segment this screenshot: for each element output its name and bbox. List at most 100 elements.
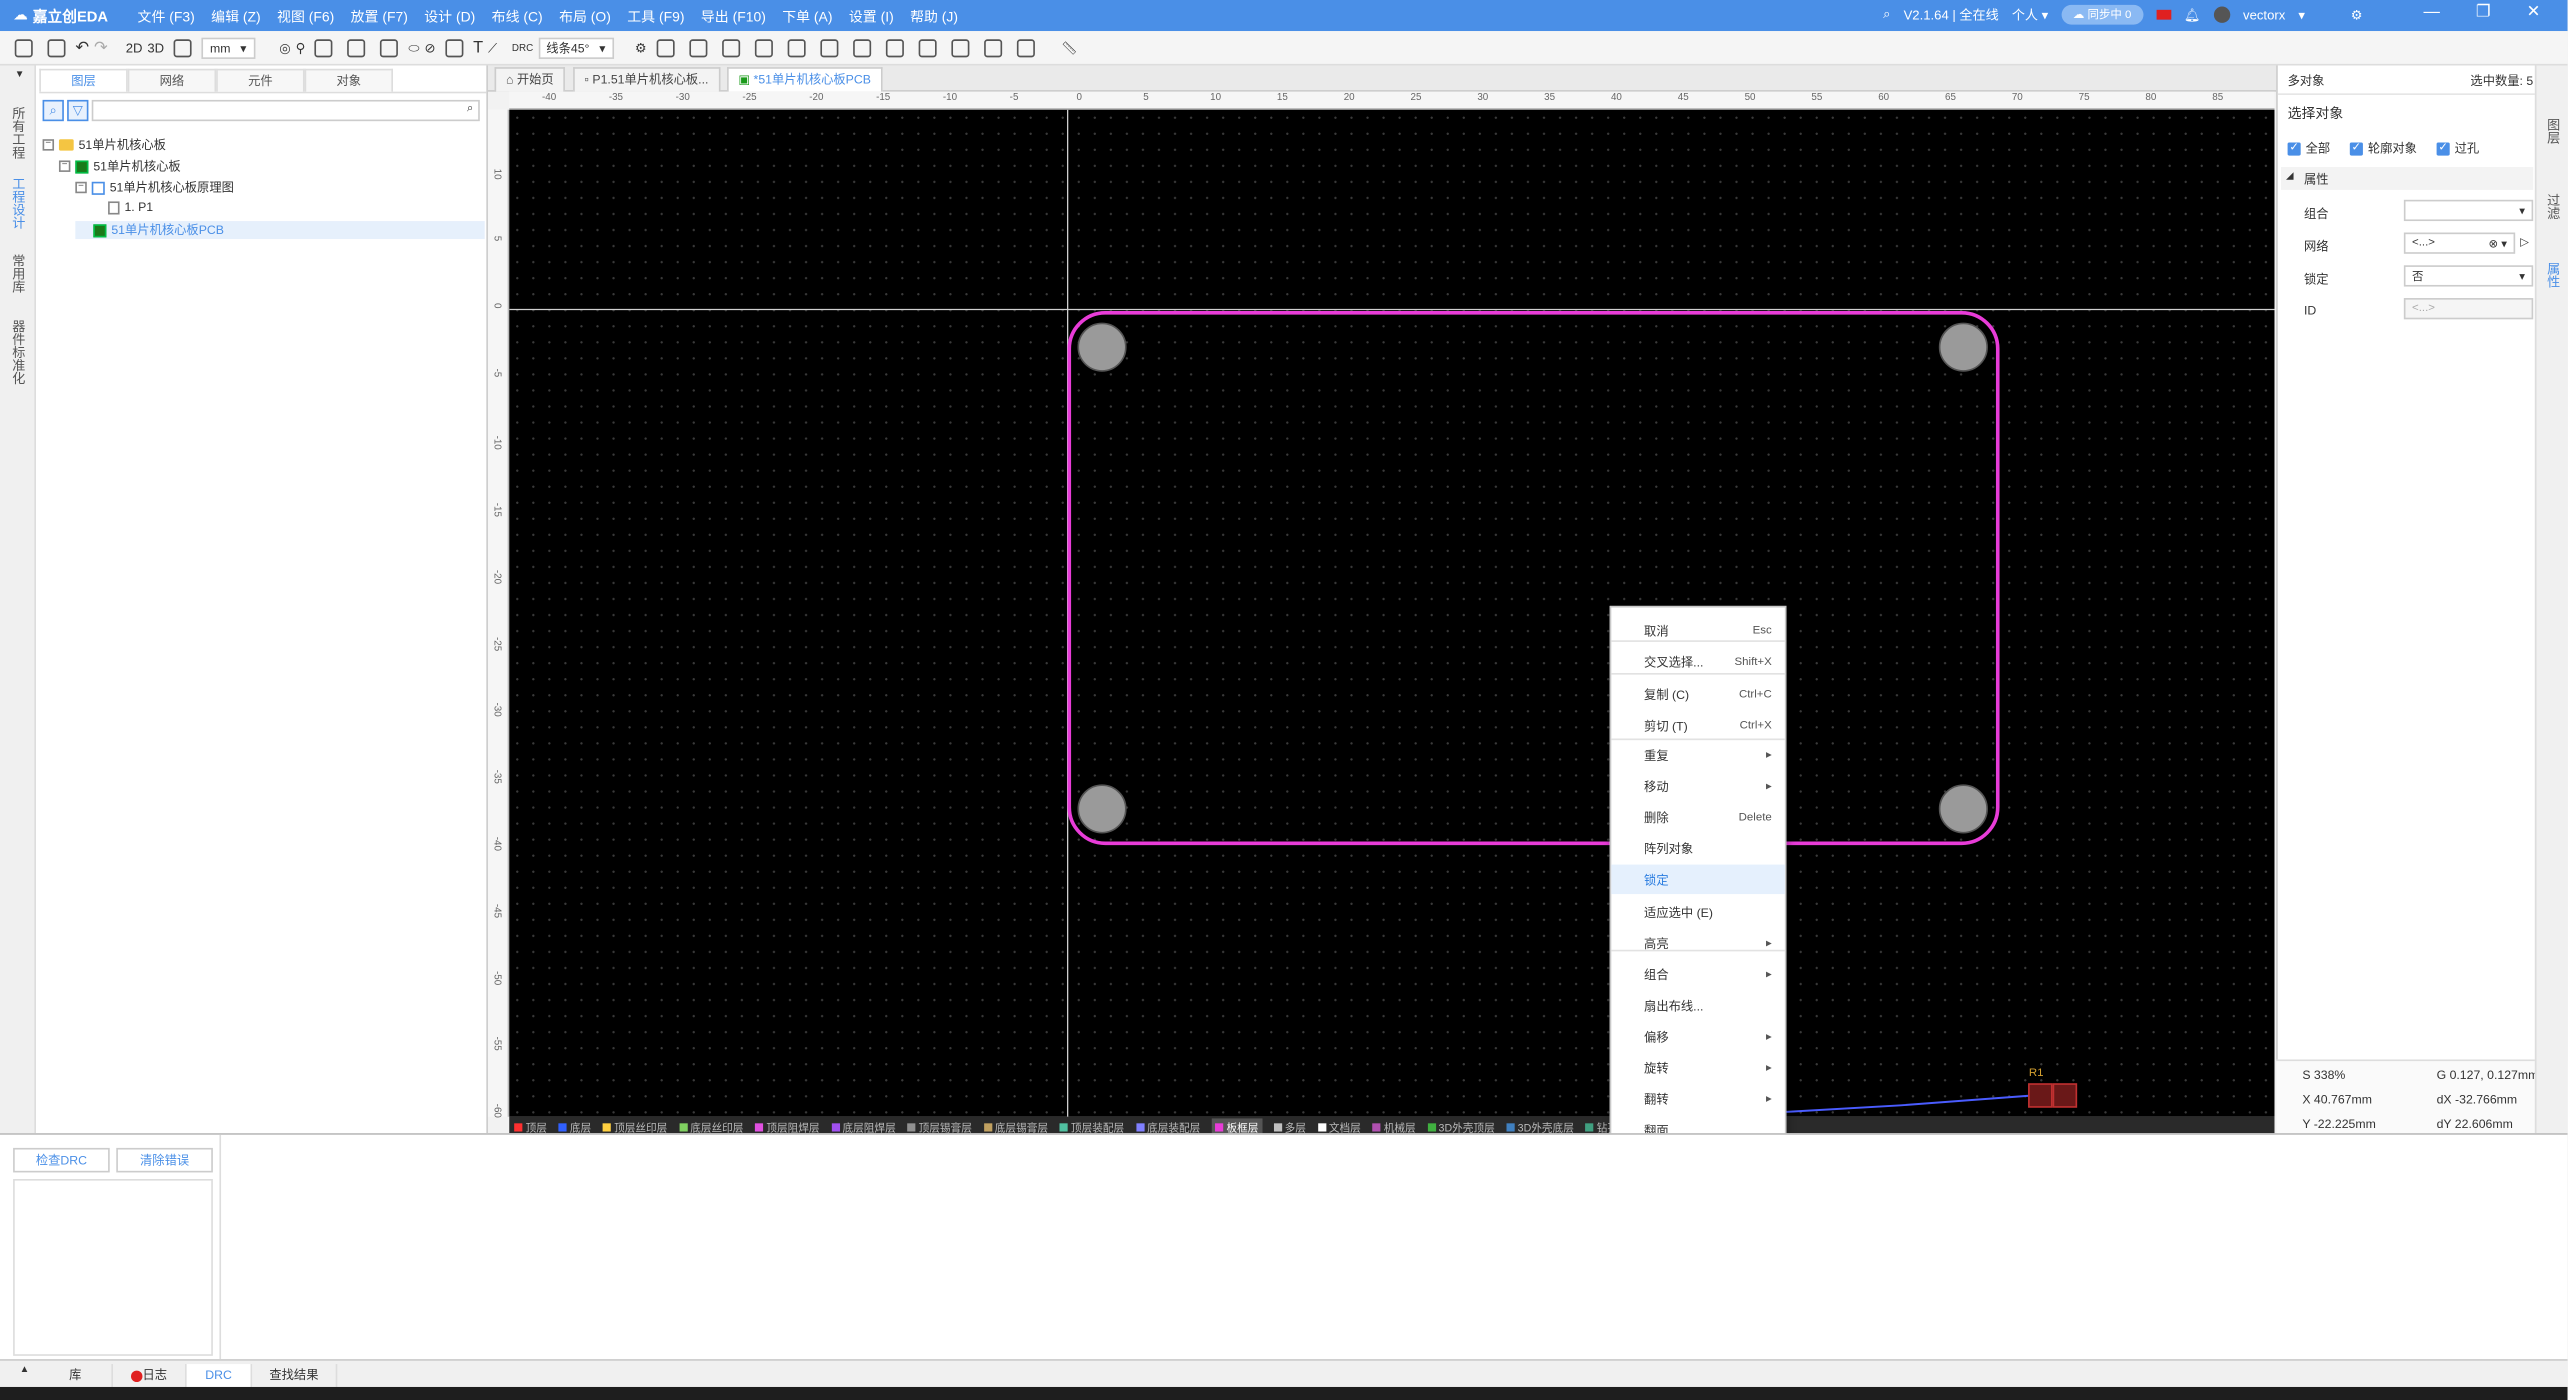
check-drc-button[interactable]: 检查DRC bbox=[13, 1147, 110, 1173]
pcb-canvas[interactable]: R1 bbox=[509, 109, 2275, 1117]
net-select[interactable]: <...> ⊗ ▾ bbox=[2403, 232, 2516, 254]
avatar[interactable] bbox=[2213, 6, 2230, 23]
menu-file[interactable]: 文件 (F3) bbox=[138, 7, 195, 27]
context-menu-item[interactable]: 剪切 (T) Ctrl+X bbox=[1611, 711, 1785, 740]
lock-select[interactable]: 否 ▾ bbox=[2403, 265, 2534, 287]
menu-settings[interactable]: 设置 (I) bbox=[849, 7, 894, 27]
rail-tab-all-projects[interactable]: 所有工程 bbox=[10, 106, 26, 158]
gear-icon[interactable]: ⚙ bbox=[2351, 7, 2363, 22]
context-menu-item[interactable]: 翻转 ▸ bbox=[1611, 1084, 1785, 1113]
layer-item[interactable]: 3D外壳底层 bbox=[1506, 1118, 1574, 1134]
context-menu-item[interactable]: 交叉选择... Shift+X bbox=[1611, 647, 1785, 676]
tab-library[interactable]: 库 bbox=[39, 1364, 113, 1387]
component-label-r1[interactable]: R1 bbox=[2029, 1068, 2044, 1079]
bell-icon[interactable]: 🔔︎ bbox=[2184, 7, 2201, 22]
text-icon[interactable]: T bbox=[473, 39, 483, 57]
checkbox-vias[interactable]: ✓ bbox=[2436, 141, 2450, 155]
align-right-icon[interactable] bbox=[721, 39, 740, 58]
rectangle-icon[interactable] bbox=[445, 39, 464, 58]
layer-item[interactable]: 底层阻焊层 bbox=[831, 1118, 896, 1134]
tab-start-page[interactable]: ⌂ 开始页 bbox=[494, 67, 566, 92]
pin-icon[interactable]: ⚲ bbox=[296, 41, 306, 56]
undo-icon[interactable]: ↶ bbox=[75, 39, 89, 57]
props-section-header[interactable]: ◢ 属性 bbox=[2281, 167, 2534, 190]
rail-tab-filter[interactable]: 过滤 bbox=[2545, 193, 2561, 219]
language-flag-icon[interactable] bbox=[2155, 9, 2171, 20]
target-icon[interactable]: ◎ bbox=[279, 41, 290, 56]
footprint-icon[interactable] bbox=[314, 39, 334, 58]
tree-item-schematic[interactable]: − 51单片机核心板原理图 bbox=[75, 178, 234, 196]
distribute-v-icon[interactable] bbox=[918, 39, 937, 58]
context-menu-item[interactable]: 组合 ▸ bbox=[1611, 960, 1785, 989]
sync-status[interactable]: ☁ 同步中 0 bbox=[2061, 4, 2143, 25]
layer-item[interactable]: 顶层 bbox=[514, 1118, 547, 1134]
align-center-v-icon[interactable] bbox=[820, 39, 839, 58]
layer-item[interactable]: 板框层 bbox=[1211, 1117, 1262, 1134]
tab-objects[interactable]: 对象 bbox=[304, 68, 393, 92]
tree-item-board[interactable]: − 51单片机核心板 bbox=[58, 157, 181, 175]
polygon-icon[interactable] bbox=[380, 39, 399, 58]
layer-item[interactable]: 底层锡膏层 bbox=[983, 1118, 1048, 1134]
menu-design[interactable]: 设计 (D) bbox=[424, 7, 475, 27]
layer-item[interactable]: 顶层丝印层 bbox=[602, 1118, 667, 1134]
settings-small-icon[interactable]: ⚙ bbox=[635, 41, 647, 56]
collapse-icon[interactable]: − bbox=[42, 139, 55, 151]
context-menu-item[interactable]: 复制 (C) Ctrl+C bbox=[1611, 680, 1785, 709]
rail-tab-project-design[interactable]: 工程设计 bbox=[10, 177, 26, 229]
layer-item[interactable]: 机械层 bbox=[1372, 1118, 1416, 1134]
context-menu-item[interactable]: 锁定 bbox=[1611, 864, 1785, 895]
tab-nets[interactable]: 网络 bbox=[127, 68, 217, 92]
save-as-icon[interactable] bbox=[47, 39, 66, 58]
view-2d-button[interactable]: 2D bbox=[126, 41, 143, 56]
tree-item-project[interactable]: − 51单片机核心板 bbox=[42, 136, 166, 154]
image-icon[interactable] bbox=[656, 39, 675, 58]
menu-order[interactable]: 下单 (A) bbox=[782, 7, 832, 27]
rail-tab-common-library[interactable]: 常用库 bbox=[10, 254, 26, 293]
save-icon[interactable] bbox=[14, 39, 33, 58]
context-menu-item[interactable]: 移动 ▸ bbox=[1611, 771, 1785, 800]
checkbox-all[interactable]: ✓ bbox=[2287, 141, 2301, 155]
mounting-hole-bottom-left[interactable] bbox=[1077, 784, 1127, 834]
menu-view[interactable]: 视图 (F6) bbox=[277, 7, 334, 27]
mounting-hole-top-right[interactable] bbox=[1938, 322, 1988, 372]
tree-item-page[interactable]: 1. P1 bbox=[108, 200, 153, 215]
net-pick-icon[interactable]: ▷ bbox=[2520, 236, 2529, 248]
ellipse-icon[interactable]: ⬭ bbox=[408, 40, 419, 56]
tab-schematic-page[interactable]: ▫ P1.51单片机核心板... bbox=[573, 67, 720, 92]
search-input[interactable]: ⌕ bbox=[91, 99, 480, 122]
collapse-icon[interactable]: − bbox=[58, 160, 71, 172]
layer-item[interactable]: 顶层装配层 bbox=[1059, 1118, 1124, 1134]
mode-select[interactable]: 个人 ▾ bbox=[2012, 6, 2048, 24]
tab-search-results[interactable]: 查找结果 bbox=[252, 1364, 338, 1387]
align-left-icon[interactable] bbox=[689, 39, 708, 58]
rail-tab-layers[interactable]: 图层 bbox=[2545, 118, 2561, 144]
group-select[interactable]: ▾ bbox=[2403, 199, 2534, 222]
user-name[interactable]: vectorx bbox=[2243, 7, 2285, 22]
layer-item[interactable]: 底层装配层 bbox=[1135, 1118, 1200, 1134]
align-bottom-icon[interactable] bbox=[787, 39, 806, 58]
menu-export[interactable]: 导出 (F10) bbox=[701, 7, 766, 27]
unit-select[interactable]: mm ▾ bbox=[201, 37, 255, 59]
mounting-hole-top-left[interactable] bbox=[1077, 322, 1127, 372]
view-3d-button[interactable]: 3D bbox=[147, 41, 164, 56]
restore-icon[interactable]: ❐ bbox=[2476, 3, 2491, 21]
chevron-down-icon[interactable]: ▾ bbox=[2298, 7, 2305, 22]
clear-errors-button[interactable]: 清除错误 bbox=[116, 1147, 213, 1173]
close-icon[interactable]: ✕ bbox=[2527, 3, 2541, 21]
drc-results-list[interactable] bbox=[13, 1179, 213, 1356]
drc-label[interactable]: DRC bbox=[512, 43, 533, 53]
tab-components[interactable]: 元件 bbox=[216, 68, 305, 92]
context-menu-item[interactable]: 重复 ▸ bbox=[1611, 740, 1785, 769]
line-tool-icon[interactable]: ⟋ bbox=[488, 40, 497, 56]
rail-tab-properties[interactable]: 属性 bbox=[2545, 262, 2561, 288]
context-menu-item[interactable]: 旋转 ▸ bbox=[1611, 1053, 1785, 1082]
route-angle-select[interactable]: 线条45° ▾ bbox=[538, 37, 614, 59]
context-menu-item[interactable]: 扇出布线... bbox=[1611, 991, 1785, 1020]
redo-icon[interactable]: ↷ bbox=[94, 39, 108, 57]
collapse-arrow-icon[interactable]: ▲ bbox=[20, 1366, 30, 1376]
context-menu-item[interactable]: 高亮 ▸ bbox=[1611, 928, 1785, 957]
no-connect-icon[interactable]: ⊘ bbox=[424, 41, 435, 56]
search-icon[interactable]: ⌕ bbox=[1883, 7, 1890, 23]
context-menu-item[interactable]: 阵列对象 bbox=[1611, 833, 1785, 862]
context-menu-item[interactable]: 取消 Esc bbox=[1611, 616, 1785, 645]
